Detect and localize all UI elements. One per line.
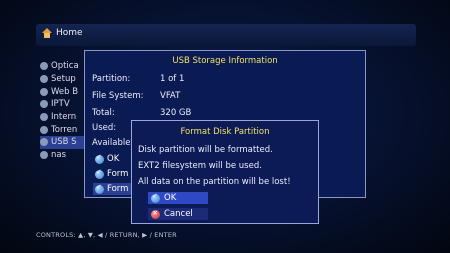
menu-item-label: Intern	[51, 112, 77, 123]
side-menu: Optica Setup Web B IPTV Intern Torren US…	[40, 60, 280, 162]
gear-icon	[40, 75, 48, 84]
info-row-available: Available	[92, 138, 131, 148]
home-icon	[42, 28, 52, 38]
dialog-title: Format Disk Partition	[180, 127, 270, 137]
nas-icon	[40, 151, 48, 160]
menu-item-label: nas	[51, 150, 67, 161]
screen-background: Home Optica Setup Web B IPTV Intern Torr…	[0, 0, 450, 253]
panel-title: USB Storage Information	[172, 56, 278, 66]
network-icon	[40, 113, 48, 122]
menu-item-nas[interactable]: nas	[40, 149, 90, 162]
controls-hint: CONTROLS: ▲, ▼, ◀ / RETURN, ▶ / ENTER	[36, 231, 177, 239]
home-label: Home	[56, 28, 83, 38]
menu-item-label: Web B	[51, 86, 79, 97]
format-dialog: Format Disk Partition Disk partition wil…	[131, 120, 319, 224]
info-row-filesystem: File System: VFAT	[92, 91, 181, 101]
tv-icon	[40, 100, 48, 109]
menu-item-label: Setup	[51, 74, 76, 85]
globe-icon	[40, 87, 48, 96]
home-breadcrumb[interactable]: Home	[42, 28, 83, 38]
close-icon	[151, 209, 160, 219]
check-icon	[95, 183, 104, 194]
menu-item-internet[interactable]: Intern	[40, 111, 90, 124]
info-row-total: Total: 320 GB	[92, 108, 192, 118]
menu-item-label: Optica	[51, 61, 79, 72]
menu-item-optical[interactable]: Optica	[40, 60, 90, 73]
dialog-line-1: Disk partition will be formatted.	[138, 145, 273, 155]
dialog-ok-button[interactable]: OK	[148, 192, 208, 204]
menu-item-iptv[interactable]: IPTV	[40, 98, 90, 111]
dialog-cancel-button[interactable]: Cancel	[148, 208, 208, 220]
menu-item-label: USB S	[51, 137, 77, 148]
check-icon	[151, 192, 160, 203]
menu-item-torrent[interactable]: Torren	[40, 123, 90, 136]
menu-item-label: Torren	[51, 124, 78, 135]
optical-disc-icon	[40, 62, 48, 71]
torrent-icon	[40, 125, 48, 134]
menu-item-label: IPTV	[51, 99, 70, 110]
check-icon	[95, 153, 104, 164]
info-row-partition: Partition: 1 of 1	[92, 74, 185, 84]
menu-item-web[interactable]: Web B	[40, 85, 90, 98]
info-row-used: Used:	[92, 123, 117, 133]
menu-item-setup[interactable]: Setup	[40, 73, 90, 86]
check-icon	[95, 168, 104, 179]
dialog-line-3: All data on the partition will be lost!	[138, 177, 291, 187]
top-bar	[36, 24, 416, 46]
usb-icon	[40, 138, 48, 147]
dialog-line-2: EXT2 filesystem will be used.	[138, 161, 262, 171]
